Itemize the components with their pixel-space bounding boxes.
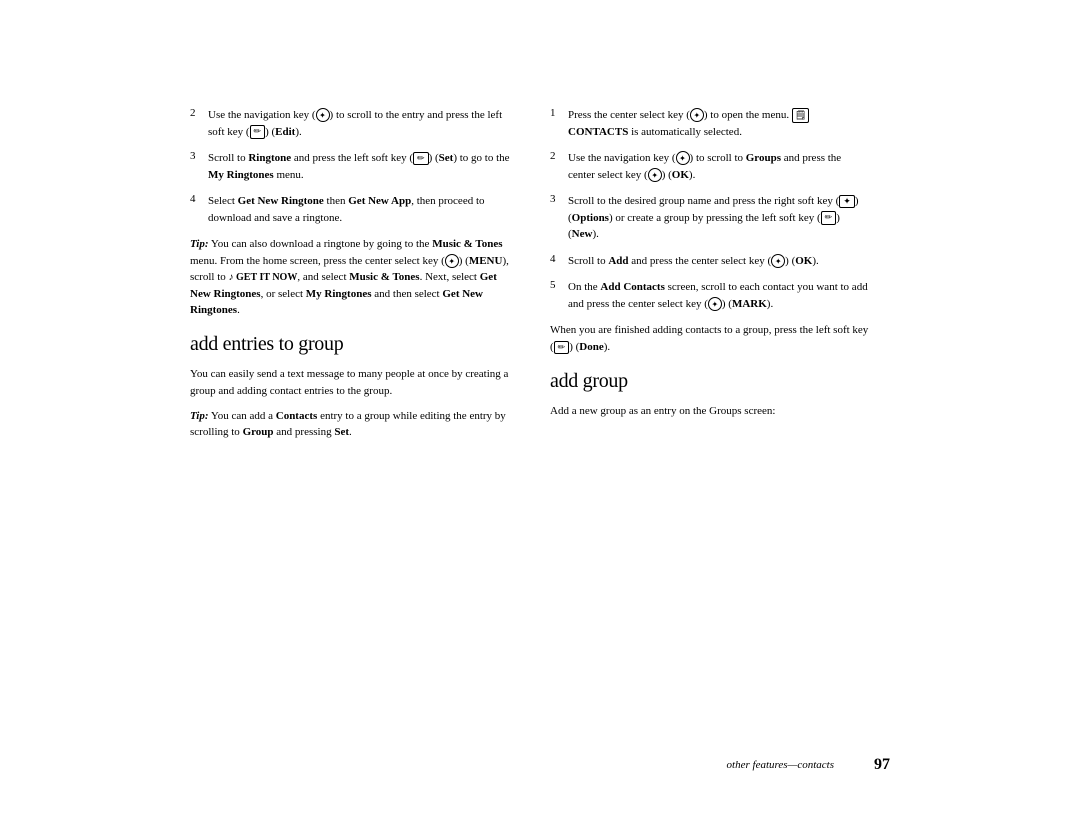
contacts-icon: 🗒	[792, 108, 809, 124]
r-step-2-text: Use the navigation key () to scroll to G…	[568, 150, 870, 183]
r-step-4-number: 4	[550, 253, 562, 265]
r-step-2-number: 2	[550, 150, 562, 162]
r-step-5-block: 5 On the Add Contacts screen, scroll to …	[550, 279, 870, 312]
add-entries-heading: add entries to group	[190, 333, 510, 356]
step-4-number: 4	[190, 193, 202, 205]
footer-page-number: 97	[874, 756, 890, 774]
nav-key-r2b	[648, 168, 662, 182]
step-2-block: 2 Use the navigation key () to scroll to…	[190, 107, 510, 140]
footer: other features—contacts 97	[190, 756, 890, 774]
right-column: 1 Press the center select key () to open…	[550, 107, 870, 667]
r-step-3-text: Scroll to the desired group name and pre…	[568, 193, 870, 243]
r-step-1-number: 1	[550, 107, 562, 119]
r-step-4-block: 4 Scroll to Add and press the center sel…	[550, 253, 870, 270]
r-step-3-number: 3	[550, 193, 562, 205]
r-step-1-text: Press the center select key () to open t…	[568, 107, 870, 140]
tip-block-ringtone: Tip: You can also download a ringtone by…	[190, 236, 510, 319]
r-step-1-block: 1 Press the center select key () to open…	[550, 107, 870, 140]
tip-label: Tip:	[190, 238, 209, 250]
add-entries-body: You can easily send a text message to ma…	[190, 366, 510, 400]
nav-key-r4	[771, 254, 785, 268]
add-group-body: Add a new group as an entry on the Group…	[550, 403, 870, 420]
left-column: 2 Use the navigation key () to scroll to…	[190, 107, 510, 667]
page-container: 2 Use the navigation key () to scroll to…	[0, 0, 1080, 834]
right-soft-key-r3: ✦	[839, 195, 855, 209]
left-soft-key-icon: ✏	[250, 125, 266, 139]
left-soft-key-done: ✏	[554, 341, 570, 355]
footer-label: other features—contacts	[727, 759, 834, 771]
nav-key-2	[445, 254, 459, 268]
contacts-bold: CONTACTS	[568, 126, 628, 138]
r-step-5-number: 5	[550, 279, 562, 291]
r-step-2-block: 2 Use the navigation key () to scroll to…	[550, 150, 870, 183]
finish-text: When you are finished adding contacts to…	[550, 322, 870, 356]
left-soft-key-2: ✏	[413, 152, 429, 166]
step-3-number: 3	[190, 150, 202, 162]
nav-key-icon	[316, 108, 330, 122]
get-it-now-label: ♪ GET IT NOW	[229, 272, 298, 283]
step-3-block: 3 Scroll to Ringtone and press the left …	[190, 150, 510, 183]
step-4-block: 4 Select Get New Ringtone then Get New A…	[190, 193, 510, 226]
step-2-number: 2	[190, 107, 202, 119]
left-soft-key-r3: ✏	[821, 211, 837, 225]
content-area: 2 Use the navigation key () to scroll to…	[190, 87, 890, 687]
tip-label-2: Tip:	[190, 410, 209, 422]
tip-block-contacts: Tip: You can add a Contacts entry to a g…	[190, 408, 510, 441]
add-group-heading: add group	[550, 370, 870, 393]
nav-key-r1	[690, 108, 704, 122]
nav-key-r2	[676, 151, 690, 165]
r-step-4-text: Scroll to Add and press the center selec…	[568, 253, 819, 270]
step-3-text: Scroll to Ringtone and press the left so…	[208, 150, 510, 183]
nav-key-r5	[708, 297, 722, 311]
r-step-3-block: 3 Scroll to the desired group name and p…	[550, 193, 870, 243]
r-step-5-text: On the Add Contacts screen, scroll to ea…	[568, 279, 870, 312]
step-2-text: Use the navigation key () to scroll to t…	[208, 107, 510, 140]
step-4-text: Select Get New Ringtone then Get New App…	[208, 193, 510, 226]
